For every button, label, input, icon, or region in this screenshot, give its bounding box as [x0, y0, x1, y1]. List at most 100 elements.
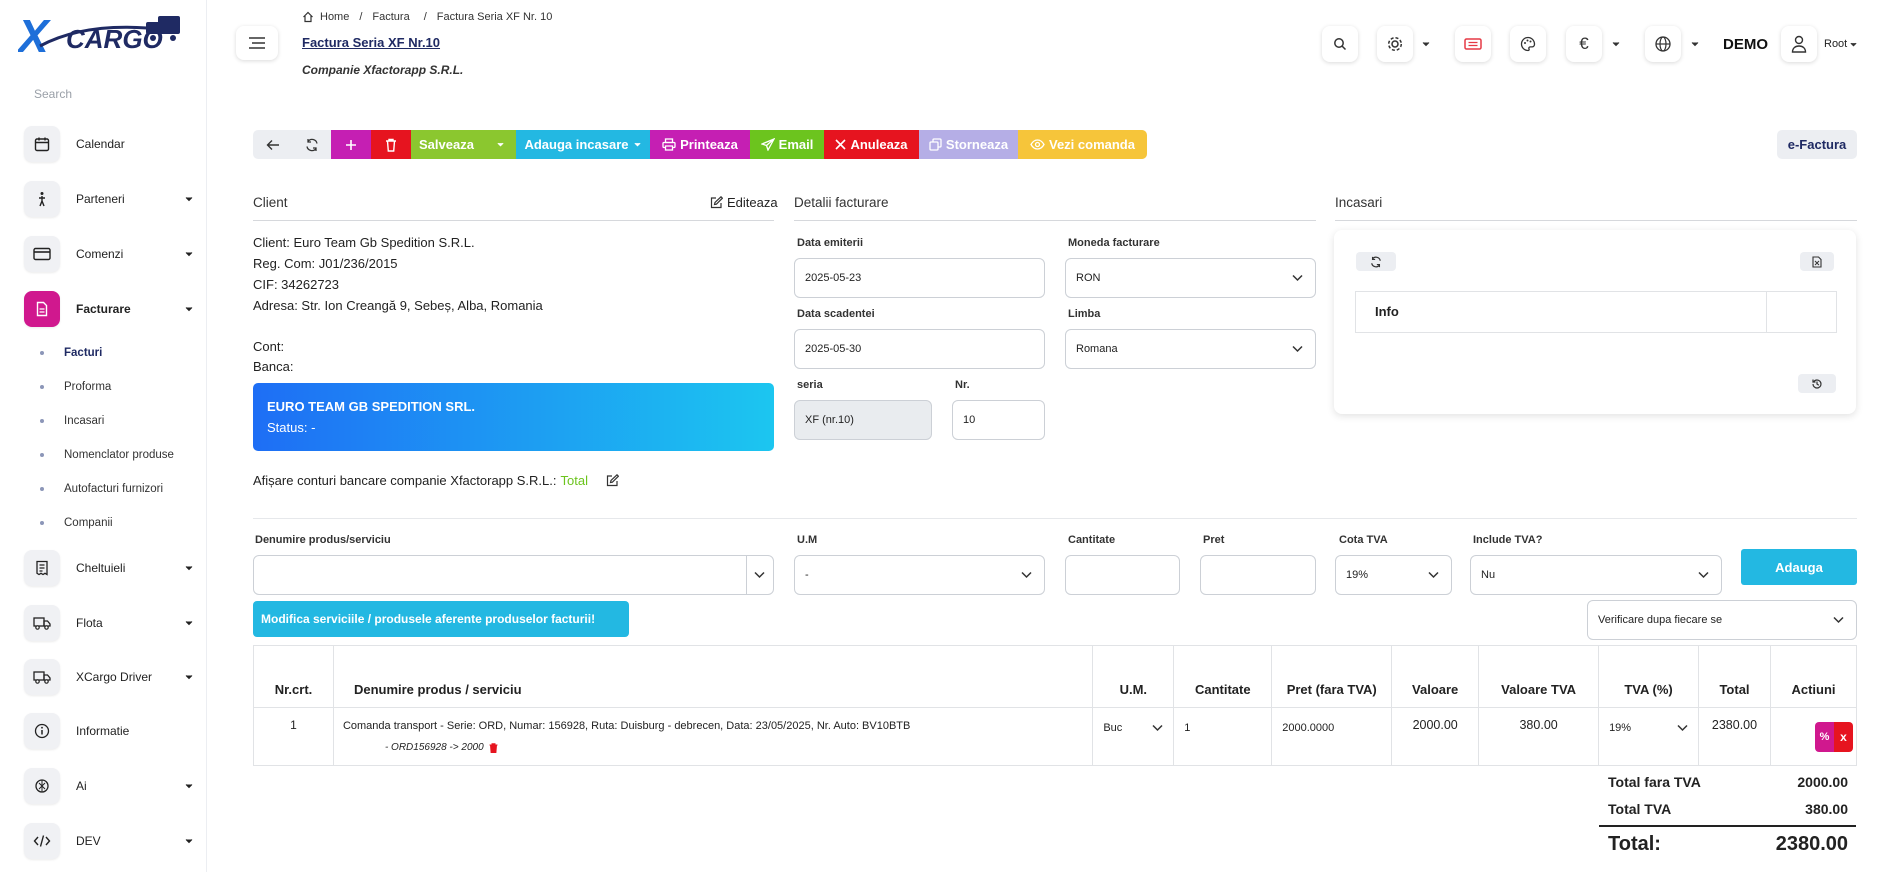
- sidebar-item-ai[interactable]: Ai: [24, 766, 194, 806]
- total-net-value: 2000.00: [1797, 774, 1848, 790]
- breadcrumb-home[interactable]: Home: [320, 11, 349, 23]
- client-section-title: Client: [253, 195, 288, 210]
- cell-nr: 1: [253, 707, 334, 766]
- include-vat-select[interactable]: Nu: [1470, 555, 1722, 595]
- payments-refresh-button[interactable]: [1356, 252, 1396, 271]
- product-sub-line: - ORD156928 -> 2000: [385, 742, 1092, 753]
- add-button[interactable]: [331, 130, 371, 159]
- issue-date-input[interactable]: 2025-05-23: [794, 258, 1045, 298]
- bank-accounts-value[interactable]: Total: [561, 473, 588, 488]
- vat-rate-select[interactable]: 19%: [1335, 555, 1452, 595]
- efactura-button[interactable]: e-Factura: [1777, 130, 1857, 159]
- search-button[interactable]: [1322, 26, 1358, 62]
- sidebar-subitem-facturi[interactable]: Facturi: [40, 347, 102, 359]
- delete-button[interactable]: [371, 130, 411, 159]
- total-vat-row: Total TVA 380.00: [1608, 801, 1848, 817]
- menu-toggle-button[interactable]: [236, 26, 278, 60]
- series-input[interactable]: XF (nr.10): [794, 400, 932, 440]
- chevron-down-icon: [185, 307, 193, 312]
- email-label: Email: [778, 137, 814, 152]
- col-price: Pret (fara TVA): [1271, 645, 1393, 708]
- edit-client-button[interactable]: Editeaza: [710, 195, 778, 210]
- user-avatar-button[interactable]: [1781, 26, 1817, 62]
- chevron-down-icon: [1428, 571, 1439, 579]
- ticket-button[interactable]: [1455, 26, 1491, 62]
- view-order-button[interactable]: Vezi comanda: [1018, 130, 1147, 159]
- cell-qty[interactable]: 1: [1173, 707, 1273, 766]
- discount-button[interactable]: %: [1815, 721, 1834, 752]
- number-input[interactable]: 10: [952, 400, 1045, 440]
- printer-icon: [662, 138, 676, 151]
- cancel-invoice-button[interactable]: Anuleaza: [824, 130, 919, 159]
- product-name-select[interactable]: [253, 555, 774, 595]
- um-select[interactable]: -: [794, 555, 1045, 595]
- language-select[interactable]: Romana: [1065, 329, 1316, 369]
- sidebar-item-facturare[interactable]: Facturare: [24, 289, 194, 329]
- cell-vat[interactable]: 19%: [1598, 707, 1700, 766]
- sidebar-item-dev[interactable]: DEV: [24, 821, 194, 861]
- payments-history-button[interactable]: [1798, 374, 1836, 393]
- refresh-icon: [306, 138, 318, 151]
- xcargo-logo[interactable]: X CARGO: [18, 8, 198, 64]
- sidebar-subitem-companii[interactable]: Companii: [40, 517, 113, 529]
- trash-icon[interactable]: [489, 742, 498, 753]
- chevron-down-icon[interactable]: [1421, 39, 1431, 49]
- issue-date-value: 2025-05-23: [805, 272, 862, 284]
- breadcrumb-factura[interactable]: Factura: [372, 11, 409, 23]
- sidebar-subitem-nomenclator[interactable]: Nomenclator produse: [40, 449, 174, 461]
- save-dropdown-toggle[interactable]: [484, 130, 516, 159]
- sidebar-subitem-proforma[interactable]: Proforma: [40, 381, 111, 393]
- sidebar-item-cheltuieli[interactable]: Cheltuieli: [24, 548, 194, 588]
- chevron-down-icon[interactable]: [1611, 39, 1621, 49]
- edit-icon[interactable]: [606, 474, 619, 487]
- currency-select[interactable]: RON: [1065, 258, 1316, 298]
- palette-icon: [1520, 36, 1536, 52]
- divider: [253, 518, 1857, 519]
- client-status-banner: EURO TEAM GB SPEDITION SRL. Status: -: [253, 383, 774, 451]
- language-value: Romana: [1076, 343, 1118, 355]
- verification-select[interactable]: Verificare dupa fiecare se: [1587, 600, 1857, 640]
- sidebar-subitem-incasari[interactable]: Incasari: [40, 415, 104, 427]
- currency-button[interactable]: €: [1566, 26, 1602, 62]
- truck-icon: [24, 605, 60, 641]
- sidebar-item-informatie[interactable]: Informatie: [24, 711, 194, 751]
- sidebar-item-flota[interactable]: Flota: [24, 603, 194, 643]
- payments-export-button[interactable]: [1800, 252, 1834, 271]
- sidebar-item-label: Calendar: [76, 137, 125, 151]
- email-button[interactable]: Email: [750, 130, 824, 159]
- remove-row-button[interactable]: x: [1834, 721, 1853, 752]
- theme-button[interactable]: [1510, 26, 1546, 62]
- refresh-button[interactable]: [293, 130, 331, 159]
- include-vat-label: Include TVA?: [1473, 534, 1543, 546]
- sidebar-search[interactable]: Search: [34, 87, 72, 101]
- account-name[interactable]: DEMO: [1723, 36, 1768, 53]
- language-button[interactable]: [1645, 26, 1681, 62]
- price-input[interactable]: [1200, 555, 1316, 595]
- modify-services-button[interactable]: Modifica serviciile / produsele aferente…: [253, 601, 629, 637]
- reverse-button[interactable]: Storneaza: [919, 130, 1018, 159]
- add-payment-button[interactable]: Adauga incasare: [516, 130, 650, 159]
- due-date-input[interactable]: 2025-05-30: [794, 329, 1045, 369]
- sidebar-item-parteneri[interactable]: Parteneri: [24, 179, 194, 219]
- back-button[interactable]: [253, 130, 293, 159]
- sidebar-subitem-autofacturi[interactable]: Autofacturi furnizori: [40, 483, 163, 495]
- print-button[interactable]: Printeaza: [650, 130, 750, 159]
- add-product-button[interactable]: Adauga: [1741, 549, 1857, 585]
- gear-icon: [1387, 36, 1403, 52]
- sidebar-item-xcargo-driver[interactable]: XCargo Driver: [24, 657, 194, 697]
- cell-price[interactable]: 2000.0000: [1271, 707, 1393, 766]
- sidebar-item-calendar[interactable]: Calendar: [24, 124, 194, 164]
- chevron-down-icon[interactable]: [1690, 39, 1700, 49]
- chevron-down-icon: [1292, 345, 1303, 353]
- settings-button[interactable]: [1377, 26, 1413, 62]
- sidebar-item-comenzi[interactable]: Comenzi: [24, 234, 194, 274]
- ticket-icon: [1464, 38, 1482, 50]
- col-um: U.M.: [1092, 645, 1175, 708]
- page-title[interactable]: Factura Seria XF Nr.10: [302, 35, 440, 50]
- quantity-input[interactable]: [1065, 555, 1180, 595]
- send-icon: [760, 138, 775, 151]
- cell-um[interactable]: Buc: [1092, 707, 1175, 766]
- user-menu[interactable]: Root: [1824, 38, 1858, 50]
- plus-icon: [346, 139, 356, 150]
- include-vat-value: Nu: [1481, 569, 1496, 581]
